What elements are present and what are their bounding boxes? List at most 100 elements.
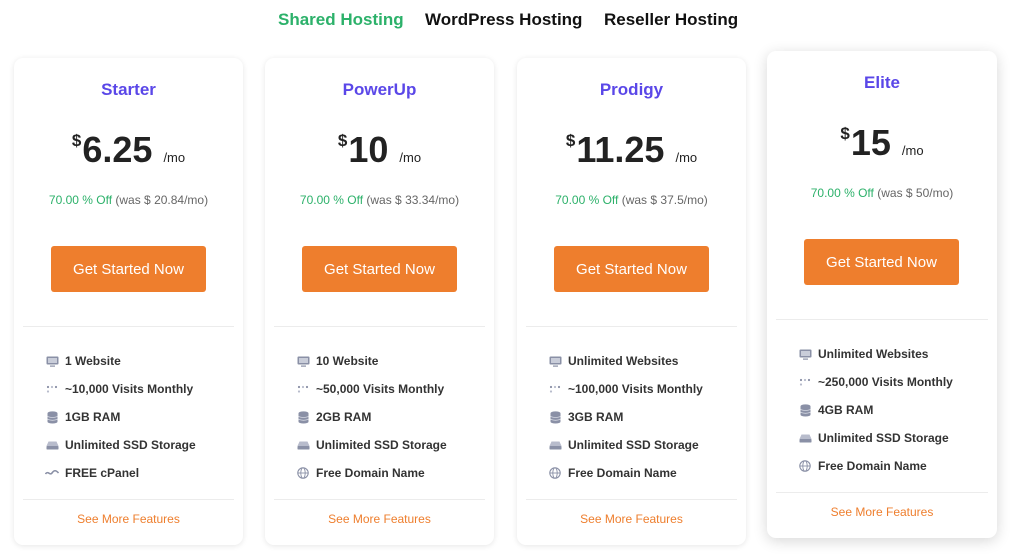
- feature-item: Unlimited Websites: [798, 340, 987, 368]
- discount-percent: 70.00 % Off: [299, 193, 364, 207]
- feature-label: Unlimited Websites: [568, 354, 679, 368]
- feature-label: Unlimited SSD Storage: [818, 431, 949, 445]
- price-period: /mo: [901, 143, 924, 158]
- feature-label: Unlimited Websites: [818, 347, 929, 361]
- plan-name: Starter: [101, 80, 156, 99]
- price-currency: $: [840, 124, 850, 143]
- plan-name: Elite: [864, 73, 900, 92]
- divider: [776, 319, 988, 320]
- divider: [23, 499, 234, 500]
- price-currency: $: [71, 131, 82, 150]
- feature-label: Unlimited SSD Storage: [316, 438, 447, 452]
- price: $ 11.25 /mo: [517, 129, 746, 170]
- feature-label: 3GB RAM: [568, 410, 624, 424]
- feature-item: 1GB RAM: [45, 403, 233, 431]
- discount-note: 70.00 % Off (was $ 33.34/mo): [265, 193, 494, 207]
- see-more-features-link[interactable]: See More Features: [767, 505, 997, 519]
- visits-icon: [548, 382, 562, 396]
- divider: [274, 499, 485, 500]
- discount-note: 70.00 % Off (was $ 37.5/mo): [517, 193, 746, 207]
- feature-label: ~250,000 Visits Monthly: [818, 375, 953, 389]
- plan-card-elite: Elite $ 15 /mo 70.00 % Off (was $ 50/mo)…: [767, 51, 997, 538]
- divider: [526, 499, 737, 500]
- visits-icon: [45, 382, 59, 396]
- get-started-button[interactable]: Get Started Now: [51, 246, 206, 292]
- monitor-icon: [798, 347, 812, 361]
- feature-item: FREE cPanel: [45, 459, 233, 487]
- price-amount: 15: [850, 122, 891, 163]
- feature-label: ~50,000 Visits Monthly: [316, 382, 445, 396]
- divider: [23, 326, 234, 327]
- cpanel-icon: [45, 466, 59, 480]
- database-icon: [548, 410, 562, 424]
- price: $ 10 /mo: [265, 131, 494, 168]
- feature-label: Unlimited SSD Storage: [65, 438, 196, 452]
- feature-item: 10 Website: [296, 347, 484, 375]
- price-amount: 6.25: [82, 129, 153, 170]
- discount-original-price: (was $ 37.5/mo): [621, 193, 708, 207]
- monitor-icon: [296, 354, 310, 368]
- feature-item: ~10,000 Visits Monthly: [45, 375, 233, 403]
- tab-wordpress-hosting[interactable]: WordPress Hosting: [425, 10, 582, 30]
- database-icon: [296, 410, 310, 424]
- feature-label: Unlimited SSD Storage: [568, 438, 699, 452]
- feature-label: Free Domain Name: [316, 466, 425, 480]
- globe-icon: [548, 466, 562, 480]
- tab-reseller-hosting[interactable]: Reseller Hosting: [604, 10, 738, 30]
- feature-item: Unlimited SSD Storage: [296, 431, 484, 459]
- plan-card-starter: Starter $ 6.25 /mo 70.00 % Off (was $ 20…: [14, 58, 243, 545]
- see-more-features-link[interactable]: See More Features: [517, 512, 746, 526]
- price: $ 6.25 /mo: [14, 129, 243, 170]
- discount-original-price: (was $ 33.34/mo): [366, 193, 460, 207]
- feature-item: 2GB RAM: [296, 403, 484, 431]
- globe-icon: [798, 459, 812, 473]
- feature-label: Free Domain Name: [818, 459, 927, 473]
- price-period: /mo: [675, 150, 698, 165]
- feature-list: 1 Website ~10,000 Visits Monthly 1GB RAM Un…: [45, 347, 233, 487]
- divider: [526, 326, 737, 327]
- feature-item: 3GB RAM: [548, 403, 736, 431]
- feature-item: 1 Website: [45, 347, 233, 375]
- feature-label: FREE cPanel: [65, 466, 140, 480]
- tab-shared-hosting[interactable]: Shared Hosting: [278, 10, 404, 30]
- discount-note: 70.00 % Off (was $ 20.84/mo): [14, 193, 243, 207]
- discount-original-price: (was $ 50/mo): [877, 186, 954, 200]
- price: $ 15 /mo: [767, 122, 997, 163]
- see-more-features-link[interactable]: See More Features: [265, 512, 494, 526]
- drive-icon: [296, 438, 310, 452]
- feature-item: ~50,000 Visits Monthly: [296, 375, 484, 403]
- monitor-icon: [45, 354, 59, 368]
- database-icon: [798, 403, 812, 417]
- feature-item: ~100,000 Visits Monthly: [548, 375, 736, 403]
- see-more-features-link[interactable]: See More Features: [14, 512, 243, 526]
- feature-label: 10 Website: [316, 354, 379, 368]
- globe-icon: [296, 466, 310, 480]
- divider: [776, 492, 988, 493]
- plan-name: Prodigy: [599, 80, 664, 99]
- price-period: /mo: [399, 150, 422, 165]
- visits-icon: [296, 382, 310, 396]
- feature-item: 4GB RAM: [798, 396, 987, 424]
- feature-label: ~100,000 Visits Monthly: [568, 382, 703, 396]
- discount-percent: 70.00 % Off: [48, 193, 113, 207]
- price-amount: 11.25: [576, 129, 665, 170]
- drive-icon: [798, 431, 812, 445]
- hosting-type-tabs: Shared Hosting WordPress Hosting Reselle…: [0, 0, 1024, 40]
- plan-card-powerup: PowerUp $ 10 /mo 70.00 % Off (was $ 33.3…: [265, 58, 494, 545]
- feature-item: Free Domain Name: [798, 452, 987, 480]
- plan-name: PowerUp: [342, 80, 417, 99]
- feature-item: Unlimited SSD Storage: [45, 431, 233, 459]
- feature-label: 4GB RAM: [818, 403, 874, 417]
- feature-item: Unlimited Websites: [548, 347, 736, 375]
- get-started-button[interactable]: Get Started Now: [554, 246, 709, 292]
- drive-icon: [45, 438, 59, 452]
- price-currency: $: [337, 131, 348, 150]
- drive-icon: [548, 438, 562, 452]
- discount-original-price: (was $ 20.84/mo): [115, 193, 209, 207]
- get-started-button[interactable]: Get Started Now: [302, 246, 457, 292]
- get-started-button[interactable]: Get Started Now: [804, 239, 959, 285]
- price-period: /mo: [163, 150, 186, 165]
- feature-item: Free Domain Name: [296, 459, 484, 487]
- feature-item: ~250,000 Visits Monthly: [798, 368, 987, 396]
- feature-label: ~10,000 Visits Monthly: [65, 382, 194, 396]
